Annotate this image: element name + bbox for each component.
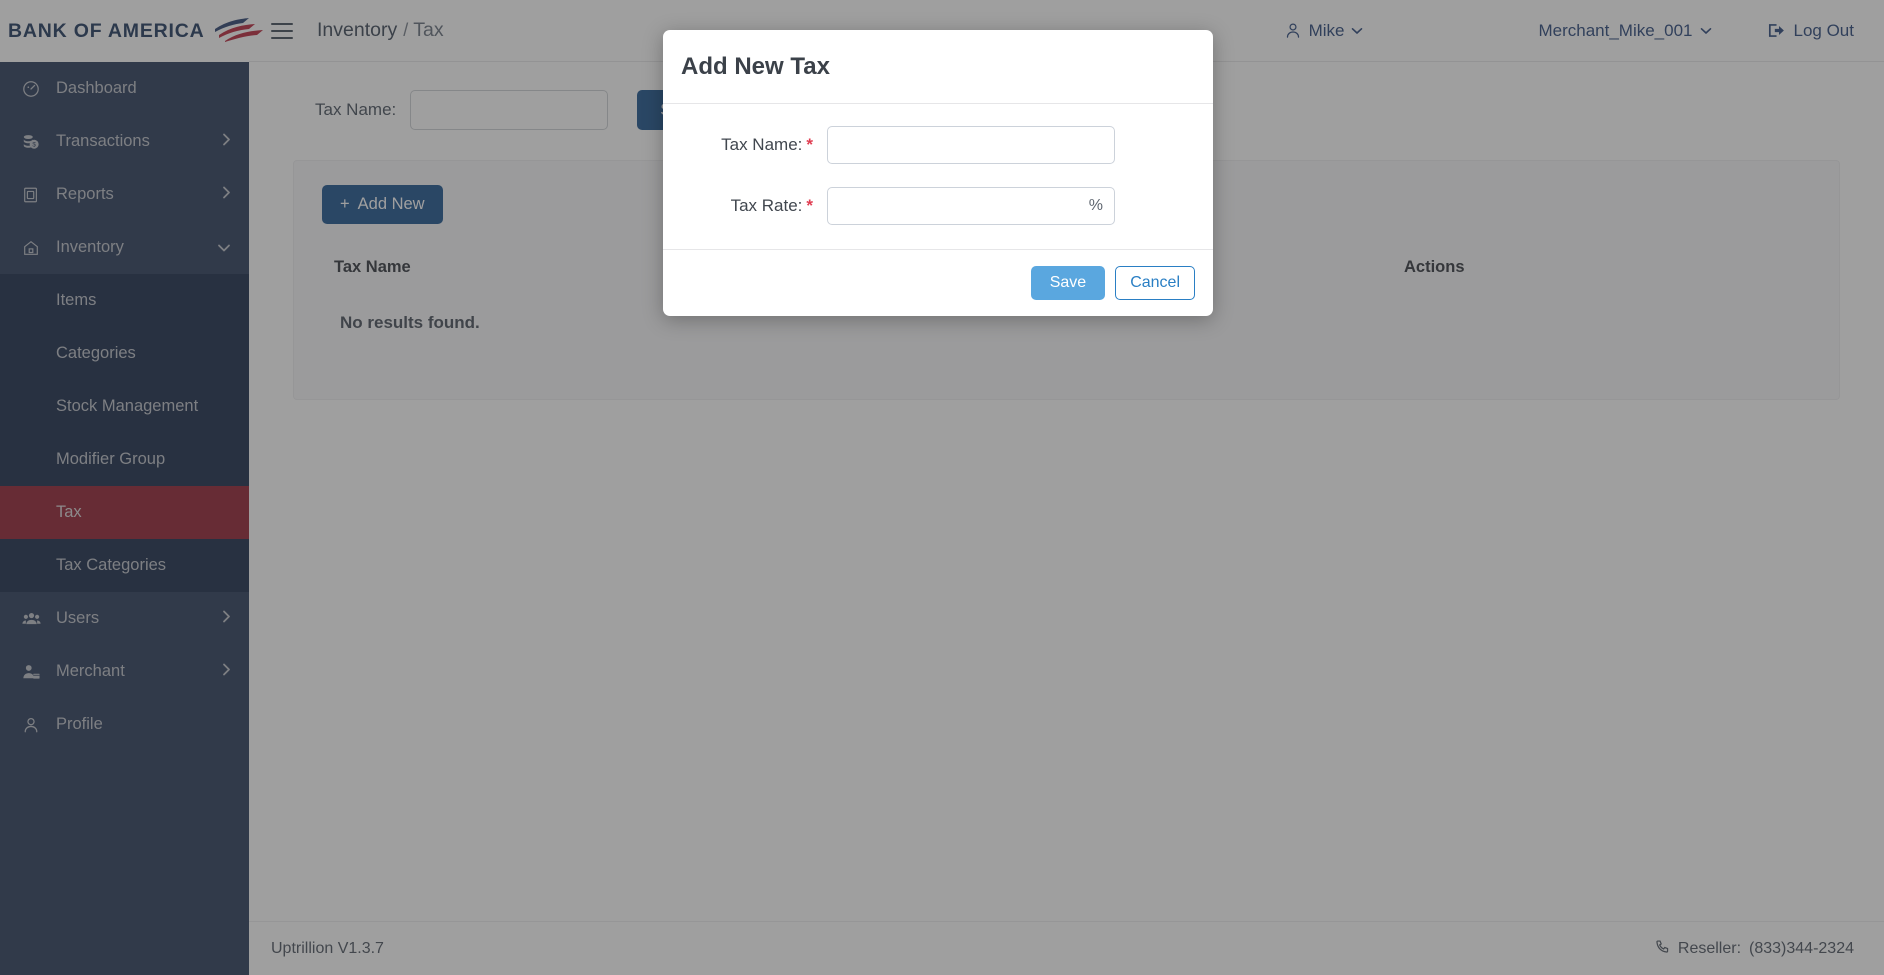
required-asterisk: * xyxy=(806,196,813,215)
add-new-tax-dialog: Add New Tax Tax Name: * Tax Rate: * % Sa… xyxy=(663,30,1213,316)
tax-name-label: Tax Name: * xyxy=(675,135,813,155)
cancel-button[interactable]: Cancel xyxy=(1115,266,1195,300)
dialog-footer: Save Cancel xyxy=(663,249,1213,316)
tax-name-input[interactable] xyxy=(827,126,1115,164)
dialog-title: Add New Tax xyxy=(681,53,830,80)
tax-name-label-text: Tax Name: xyxy=(721,135,803,154)
tax-rate-label-text: Tax Rate: xyxy=(730,196,803,215)
form-row-tax-name: Tax Name: * xyxy=(675,126,1191,164)
tax-rate-control: % xyxy=(827,187,1115,225)
required-asterisk: * xyxy=(806,135,813,154)
dialog-body: Tax Name: * Tax Rate: * % xyxy=(663,104,1213,249)
tax-rate-label: Tax Rate: * xyxy=(675,196,813,216)
dialog-header: Add New Tax xyxy=(663,30,1213,104)
application-root: BANK OF AMERICA Dashboard xyxy=(0,0,1884,975)
tax-name-control xyxy=(827,126,1115,164)
form-row-tax-rate: Tax Rate: * % xyxy=(675,187,1191,225)
save-button[interactable]: Save xyxy=(1030,266,1106,300)
tax-rate-input[interactable] xyxy=(827,187,1115,225)
